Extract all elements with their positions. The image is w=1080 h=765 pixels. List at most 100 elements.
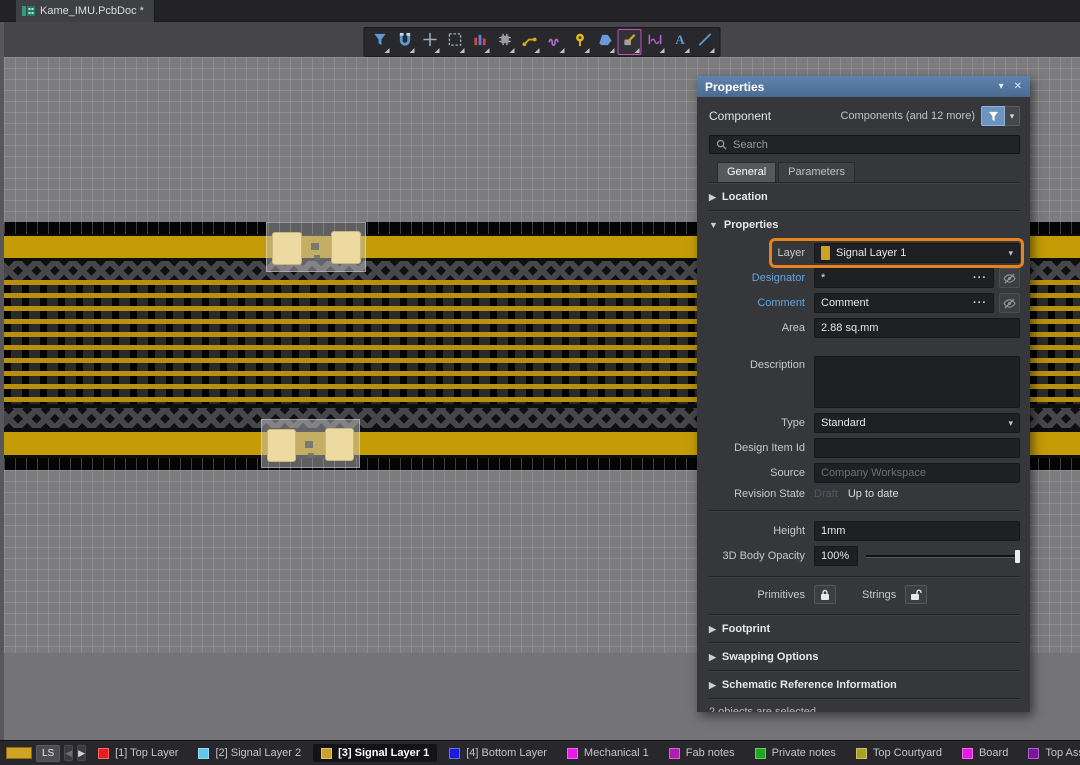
designator-label[interactable]: Designator xyxy=(709,272,805,284)
properties-panel: Properties ▾ ✕ Component Components (and… xyxy=(697,76,1030,712)
board-layers-icon xyxy=(472,32,487,52)
description-row: Description xyxy=(709,356,1020,408)
layer-color-swatch xyxy=(449,748,460,759)
area-label: Area xyxy=(709,322,805,334)
slider-thumb[interactable] xyxy=(1015,550,1020,563)
section-footprint[interactable]: ▶ Footprint xyxy=(709,615,1020,642)
layer-tab-label: [4] Bottom Layer xyxy=(466,747,547,759)
component-icon xyxy=(497,32,512,52)
pcbdoc-icon xyxy=(22,5,35,17)
via-tool-button[interactable] xyxy=(568,29,592,55)
locks-row: Primitives Strings xyxy=(709,585,1020,604)
trace-tool-button[interactable] xyxy=(618,29,642,55)
comment-label[interactable]: Comment xyxy=(709,297,805,309)
comment-field[interactable]: Comment ··· xyxy=(814,293,994,313)
selected-component-1[interactable] xyxy=(266,222,366,272)
layer-color-swatch xyxy=(821,246,830,260)
design-item-id-field[interactable] xyxy=(814,438,1020,458)
tab-parameters[interactable]: Parameters xyxy=(778,162,855,182)
filter-tool-button[interactable] xyxy=(368,29,392,55)
scroll-layers-left-button[interactable]: ◀ xyxy=(64,745,73,761)
tab-general[interactable]: General xyxy=(717,162,776,182)
area-row: Area 2.88 sq.mm xyxy=(709,318,1020,338)
layer-tab-[1] Top Layer[interactable]: [1] Top Layer xyxy=(90,744,186,762)
opacity-slider[interactable] xyxy=(866,549,1020,563)
crosshair-tool-button[interactable] xyxy=(418,29,442,55)
selected-component-2[interactable] xyxy=(261,419,360,468)
designator-visibility-toggle[interactable] xyxy=(999,268,1020,288)
description-field[interactable] xyxy=(814,356,1020,408)
chevron-right-icon: ▶ xyxy=(709,680,716,691)
section-location[interactable]: ▶ Location xyxy=(709,183,1020,210)
layer-tab-Board[interactable]: Board xyxy=(954,744,1016,762)
selection-filter-dropdown[interactable]: ▾ xyxy=(1005,106,1020,126)
comment-visibility-toggle[interactable] xyxy=(999,293,1020,313)
section-schematic-reference[interactable]: ▶ Schematic Reference Information xyxy=(709,671,1020,698)
component-silkscreen-mark xyxy=(308,453,314,458)
funnel-icon xyxy=(988,111,999,122)
layer-color-swatch xyxy=(567,748,578,759)
polygon-tool-button[interactable] xyxy=(593,29,617,55)
board-layers-tool-button[interactable] xyxy=(468,29,492,55)
layer-tab-[4] Bottom Layer[interactable]: [4] Bottom Layer xyxy=(441,744,555,762)
section-swapping-options[interactable]: ▶ Swapping Options xyxy=(709,643,1020,670)
select-area-tool-button[interactable] xyxy=(443,29,467,55)
type-dropdown[interactable]: Standard ▾ xyxy=(814,413,1020,433)
layer-tab-Mechanical 1[interactable]: Mechanical 1 xyxy=(559,744,657,762)
selection-filter-button[interactable] xyxy=(981,106,1005,126)
panel-menu-icon[interactable]: ▾ xyxy=(999,81,1004,92)
primitives-lock-toggle[interactable] xyxy=(814,585,836,604)
properties-panel-header[interactable]: Properties ▾ ✕ xyxy=(697,76,1030,97)
layer-tab-bar: LS ◀ ▶ [1] Top Layer[2] Signal Layer 2[3… xyxy=(0,740,1080,765)
route-tool-button[interactable] xyxy=(518,29,542,55)
lock-open-icon xyxy=(910,589,922,601)
panel-tabs: General Parameters xyxy=(717,162,1020,182)
opacity-value-field[interactable]: 100% xyxy=(814,546,858,566)
area-field[interactable]: 2.88 sq.mm xyxy=(814,318,1020,338)
layer-tab-Top Courtyard[interactable]: Top Courtyard xyxy=(848,744,950,762)
designator-ellipsis-button[interactable]: ··· xyxy=(973,272,987,284)
polygon-icon xyxy=(597,32,612,52)
route-icon xyxy=(522,32,537,52)
component-tool-button[interactable] xyxy=(493,29,517,55)
layer-tab-label: Board xyxy=(979,747,1008,759)
chevron-right-icon: ▶ xyxy=(709,652,716,663)
layer-sets-button[interactable]: LS xyxy=(36,745,60,762)
primitives-label: Primitives xyxy=(709,589,805,601)
section-properties[interactable]: ▼ Properties xyxy=(709,211,1020,238)
layer-tab-Fab notes[interactable]: Fab notes xyxy=(661,744,743,762)
differential-pair-icon xyxy=(547,32,562,52)
layer-tab-[2] Signal Layer 2[interactable]: [2] Signal Layer 2 xyxy=(190,744,309,762)
text-tool-button[interactable]: A xyxy=(668,29,692,55)
measure-tool-button[interactable] xyxy=(643,29,667,55)
comment-ellipsis-button[interactable]: ··· xyxy=(973,297,987,309)
component-pad xyxy=(325,428,354,461)
search-input[interactable]: Search xyxy=(709,135,1020,154)
via-icon xyxy=(572,32,587,52)
strings-lock-toggle[interactable] xyxy=(905,585,927,604)
height-label: Height xyxy=(709,525,805,537)
comment-row: Comment Comment ··· xyxy=(709,293,1020,313)
strings-label: Strings xyxy=(862,589,896,601)
layer-tab-Private notes[interactable]: Private notes xyxy=(747,744,844,762)
height-field[interactable]: 1mm xyxy=(814,521,1020,541)
selection-filter-split-button: ▾ xyxy=(981,106,1020,126)
snap-tool-button[interactable] xyxy=(393,29,417,55)
panel-close-icon[interactable]: ✕ xyxy=(1014,81,1022,92)
text-icon: A xyxy=(672,32,687,52)
component-pad xyxy=(272,232,302,265)
scroll-layers-right-button[interactable]: ▶ xyxy=(77,745,86,761)
chevron-right-icon: ▶ xyxy=(709,192,716,203)
source-field[interactable]: Company Workspace xyxy=(814,463,1020,483)
layer-color-swatch xyxy=(198,748,209,759)
layer-dropdown[interactable]: Signal Layer 1 ▾ xyxy=(814,243,1020,263)
layer-tab-[3] Signal Layer 1[interactable]: [3] Signal Layer 1 xyxy=(313,744,437,762)
layer-color-swatch xyxy=(1028,748,1039,759)
line-icon xyxy=(697,32,712,52)
designator-field[interactable]: * ··· xyxy=(814,268,994,288)
revision-state-dim: Draft xyxy=(814,488,838,500)
differential-pair-tool-button[interactable] xyxy=(543,29,567,55)
line-tool-button[interactable] xyxy=(693,29,717,55)
layer-tab-Top Assembly[interactable]: Top Assembly xyxy=(1020,744,1080,762)
document-tab[interactable]: Kame_IMU.PcbDoc * xyxy=(16,0,155,22)
